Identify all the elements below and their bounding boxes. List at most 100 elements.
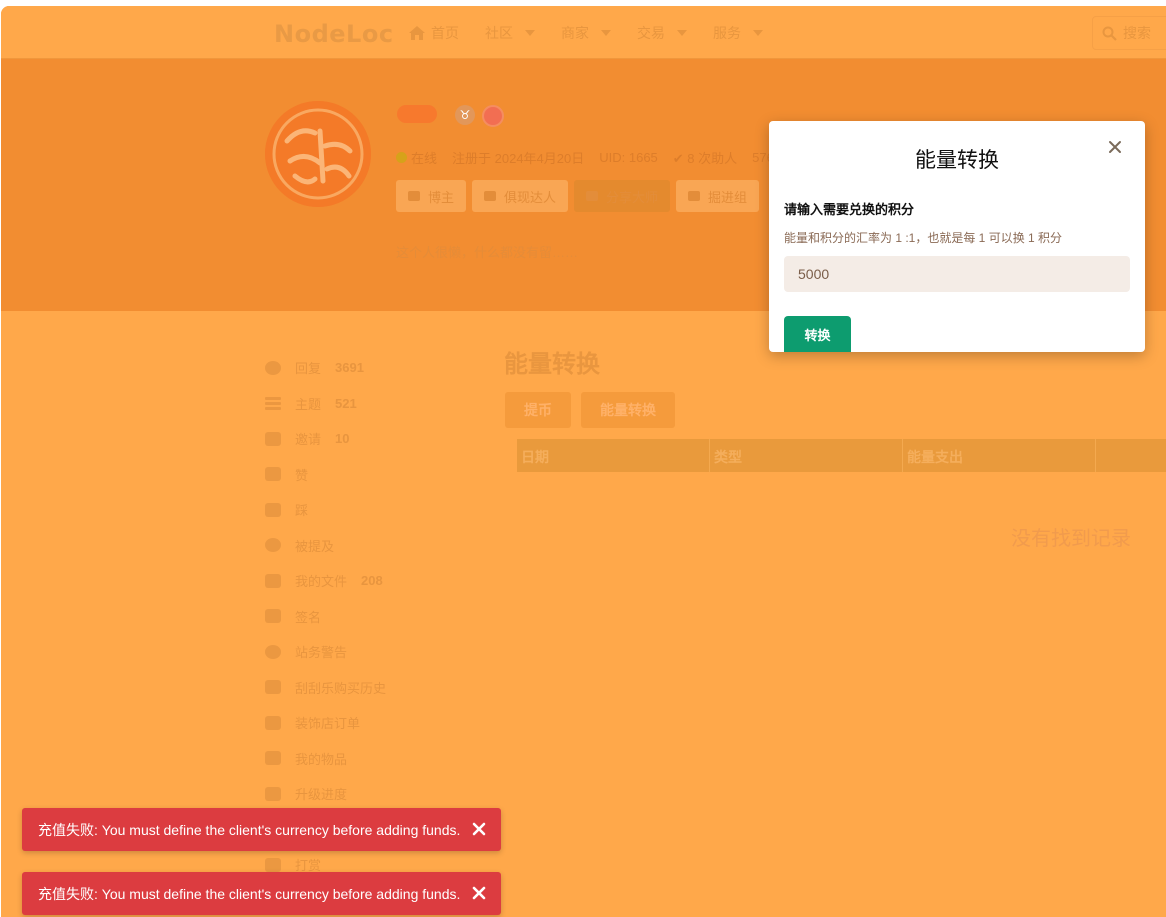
- nav-item-home[interactable]: 首页: [409, 23, 459, 43]
- sidebar-item-mentions[interactable]: 被提及: [265, 528, 386, 564]
- content-tabs: 提币 能量转换: [505, 392, 675, 428]
- sidebar-item-label: 我的物品: [295, 751, 348, 767]
- sidebar-item-label: 赞: [295, 467, 309, 483]
- records-table-header: 日期 类型 能量支出: [517, 439, 1166, 472]
- search-icon: [1102, 26, 1117, 41]
- sidebar-item-topics[interactable]: 主题 521: [265, 386, 386, 422]
- site-logo[interactable]: NodeLoc: [274, 20, 394, 48]
- thumbs-up-icon: [265, 467, 281, 482]
- sidebar-item-level-progress[interactable]: 升级进度: [265, 776, 386, 812]
- sidebar-item-count: 208: [361, 573, 383, 589]
- online-status: 在线: [411, 151, 438, 166]
- sidebar-item-invites[interactable]: 邀请 10: [265, 421, 386, 457]
- sidebar-item-label: 主题: [295, 396, 322, 412]
- registered-date: 注册于 2024年4月20日: [452, 151, 585, 166]
- megaphone-icon: [484, 191, 497, 201]
- points-input[interactable]: [784, 256, 1130, 292]
- zodiac-badge: ♉: [455, 105, 475, 125]
- sidebar-item-label: 邀请: [295, 432, 322, 448]
- toast-message: 充值失败: You must define the client's curre…: [38, 885, 461, 902]
- nav-label: 首页: [431, 25, 459, 41]
- sidebar-item-warnings[interactable]: 站务警告: [265, 634, 386, 670]
- thumbs-down-icon: [265, 502, 281, 517]
- sidebar-item-replies[interactable]: 回复 3691: [265, 350, 386, 386]
- close-icon[interactable]: [472, 886, 486, 900]
- nav-item-services[interactable]: 服务: [713, 23, 763, 43]
- top-header: NodeLoc 首页 社区 商家 交易 服务 搜索: [1, 6, 1166, 59]
- profile-badges: 博主 俱现达人 分享大师 掘进组: [396, 180, 760, 212]
- convert-button[interactable]: 转换: [784, 316, 851, 352]
- column-date: 日期: [517, 439, 710, 472]
- search-placeholder: 搜索: [1123, 25, 1151, 41]
- badge-label: 俱现达人: [504, 189, 557, 205]
- tab-withdraw[interactable]: 提币: [505, 392, 571, 428]
- nav-label: 社区: [485, 25, 513, 41]
- sidebar-item-dislikes[interactable]: 踩: [265, 492, 386, 528]
- column-energy-spent: 能量支出: [903, 439, 1096, 472]
- sidebar-item-likes[interactable]: 赞: [265, 457, 386, 493]
- sidebar-item-shop-orders[interactable]: 装饰店订单: [265, 705, 386, 741]
- badge-button-expert[interactable]: 俱现达人: [472, 180, 569, 212]
- username-badge: [397, 105, 437, 123]
- energy-convert-modal: 能量转换 请输入需要兑换的积分 能量和积分的汇率为 1 :1，也就是每 1 可以…: [769, 121, 1145, 352]
- error-toast: 充值失败: You must define the client's curre…: [22, 808, 501, 851]
- sidebar-item-label: 签名: [295, 609, 322, 625]
- sidebar-item-label: 踩: [295, 503, 309, 519]
- truck-icon: [688, 191, 701, 201]
- search-input[interactable]: 搜索: [1092, 16, 1166, 50]
- sidebar-item-signature[interactable]: 签名: [265, 599, 386, 635]
- profile-sidebar: 回复 3691 主题 521 邀请 10 赞 踩 被提及 我的文件 208 签名 站务警…: [265, 350, 386, 883]
- tab-energy-convert[interactable]: 能量转换: [581, 392, 675, 428]
- sidebar-item-files[interactable]: 我的文件 208: [265, 563, 386, 599]
- badge-label: 分享大师: [606, 189, 659, 205]
- badge-button-team[interactable]: 掘进组: [676, 180, 760, 212]
- page-title: 能量转换: [504, 351, 600, 378]
- home-icon: [409, 26, 425, 40]
- main-nav: 首页 社区 商家 交易 服务: [409, 23, 789, 43]
- signature-icon: [265, 609, 281, 624]
- user-uid: UID: 1665: [599, 150, 658, 165]
- gift-icon: [265, 857, 281, 872]
- toast-message: 充值失败: You must define the client's curre…: [38, 821, 461, 838]
- avatar[interactable]: [265, 101, 371, 207]
- sidebar-item-label: 升级进度: [295, 787, 348, 803]
- store-icon: [265, 715, 281, 730]
- chevron-down-icon: [525, 30, 535, 36]
- profile-bio[interactable]: 这个人很懒，什么都没有留……: [396, 242, 578, 261]
- points-field-label: 请输入需要兑换的积分: [784, 202, 915, 217]
- sidebar-item-my-items[interactable]: 我的物品: [265, 741, 386, 777]
- nav-item-merchants[interactable]: 商家: [561, 23, 611, 43]
- online-status-icon: [396, 152, 407, 163]
- sidebar-item-count: 3691: [335, 360, 364, 376]
- sidebar-item-label: 装饰店订单: [295, 716, 361, 732]
- badge-button-blogger[interactable]: 博主: [396, 180, 467, 212]
- error-toast: 充值失败: You must define the client's curre…: [22, 872, 501, 915]
- badge-label: 掘进组: [708, 189, 748, 205]
- list-icon: [265, 401, 281, 405]
- chevron-down-icon: [601, 30, 611, 36]
- helped-count: ✔ 8 次助人: [672, 151, 738, 166]
- close-icon[interactable]: [1107, 139, 1123, 155]
- file-icon: [265, 573, 281, 588]
- sidebar-item-label: 回复: [295, 361, 322, 377]
- modal-title: 能量转换: [915, 149, 999, 172]
- badge-button-share[interactable]: 分享大师: [574, 180, 671, 212]
- at-sign-icon: [265, 538, 281, 553]
- chevron-down-icon: [753, 30, 763, 36]
- share-icon: [586, 191, 599, 201]
- nav-label: 交易: [637, 25, 665, 41]
- sidebar-item-label: 被提及: [295, 538, 335, 554]
- nav-item-trade[interactable]: 交易: [637, 23, 687, 43]
- level-badge: [482, 105, 504, 127]
- warning-icon: [265, 644, 281, 659]
- sidebar-item-scratch-history[interactable]: 刮刮乐购买历史: [265, 670, 386, 706]
- layers-icon: [265, 786, 281, 801]
- sidebar-item-count: 521: [335, 395, 357, 411]
- nav-label: 商家: [561, 25, 589, 41]
- profile-meta: 在线 注册于 2024年4月20日 UID: 1665 ✔ 8 次助人 5769: [396, 148, 796, 167]
- chevron-down-icon: [677, 30, 687, 36]
- empty-state: 没有找到记录: [1011, 528, 1131, 550]
- column-type: 类型: [710, 439, 903, 472]
- nav-item-community[interactable]: 社区: [485, 23, 535, 43]
- close-icon[interactable]: [472, 822, 486, 836]
